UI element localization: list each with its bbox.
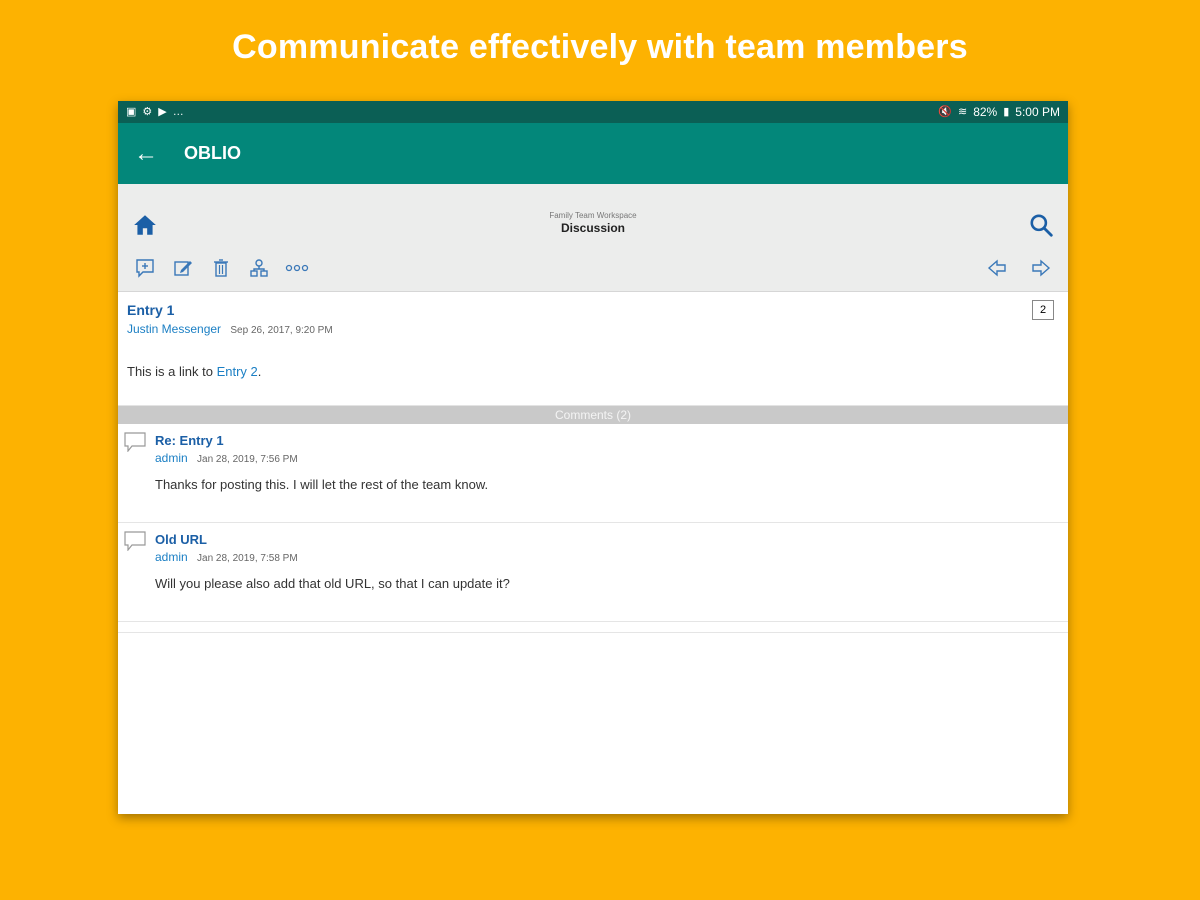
wifi-icon: ≋ xyxy=(957,105,968,118)
promo-headline: Communicate effectively with team member… xyxy=(232,28,968,66)
entry-date: Sep 26, 2017, 9:20 PM xyxy=(230,325,333,336)
more-dots-icon xyxy=(285,264,309,272)
arrow-left-icon xyxy=(987,259,1006,277)
comment-count-badge[interactable]: 2 xyxy=(1032,300,1054,320)
comment-title[interactable]: Re: Entry 1 xyxy=(155,424,1068,448)
play-icon: ▶ xyxy=(158,105,167,118)
add-comment-icon xyxy=(136,259,154,278)
more-icon: … xyxy=(172,105,184,118)
mute-icon: 🔇 xyxy=(938,105,952,118)
more-options-button[interactable] xyxy=(284,256,310,280)
settings-icon: ⚙ xyxy=(142,105,153,118)
trash-icon xyxy=(214,259,228,277)
edit-button[interactable] xyxy=(170,256,196,280)
battery-level: 82% xyxy=(973,105,998,119)
entry-title[interactable]: Entry 1 xyxy=(127,302,1059,318)
arrow-right-icon xyxy=(1032,259,1051,277)
comment-item: Old URL admin Jan 28, 2019, 7:58 PM Will… xyxy=(118,523,1068,622)
edit-icon xyxy=(174,261,192,276)
comment-meta: admin Jan 28, 2019, 7:56 PM xyxy=(155,451,1068,465)
comment-title[interactable]: Old URL xyxy=(155,523,1068,547)
page-title: Discussion xyxy=(560,221,626,235)
comment-item: Re: Entry 1 admin Jan 28, 2019, 7:56 PM … xyxy=(118,424,1068,523)
comment-meta: admin Jan 28, 2019, 7:58 PM xyxy=(155,550,1068,564)
clock: 5:00 PM xyxy=(1015,105,1060,119)
comment-date: Jan 28, 2019, 7:56 PM xyxy=(197,454,298,465)
comments-header: Comments (2) xyxy=(118,406,1068,424)
entry-body-suffix: . xyxy=(257,364,262,379)
share-button[interactable] xyxy=(246,256,272,280)
entry-author[interactable]: Justin Messenger xyxy=(127,322,221,336)
entry-body: This is a link to Entry 2. xyxy=(127,364,1059,379)
comment-author[interactable]: admin xyxy=(155,550,188,564)
app-title: OBLIO xyxy=(184,143,241,163)
entry-link[interactable]: Entry 2 xyxy=(217,364,258,379)
next-button[interactable] xyxy=(1028,256,1054,280)
app-window: ▣ ⚙ ▶ … 🔇 ≋ 82% ▮ 5:00 PM ← OBLIO Family… xyxy=(118,101,1068,814)
delete-button[interactable] xyxy=(208,256,234,280)
entry-meta: Justin Messenger Sep 26, 2017, 9:20 PM xyxy=(127,322,1059,336)
add-comment-button[interactable] xyxy=(132,256,158,280)
search-icon[interactable] xyxy=(1028,212,1054,238)
speech-bubble-icon xyxy=(124,432,146,452)
app-bar: ← OBLIO xyxy=(118,123,1068,184)
hierarchy-icon xyxy=(250,259,268,277)
entry-body-text: This is a link to xyxy=(127,364,217,379)
image-icon: ▣ xyxy=(126,105,137,118)
comment-date: Jan 28, 2019, 7:58 PM xyxy=(197,553,298,564)
speech-bubble-icon xyxy=(124,531,146,551)
comment-body: Will you please also add that old URL, s… xyxy=(155,576,510,591)
comment-body: Thanks for posting this. I will let the … xyxy=(155,477,489,492)
status-bar: ▣ ⚙ ▶ … 🔇 ≋ 82% ▮ 5:00 PM xyxy=(118,101,1068,123)
workspace-label: Family Team Workspace xyxy=(549,211,637,220)
toolbar: Family Team Workspace Discussion xyxy=(118,184,1068,292)
comment-author[interactable]: admin xyxy=(155,451,188,465)
back-arrow-icon[interactable]: ← xyxy=(134,141,158,166)
previous-button[interactable] xyxy=(984,256,1010,280)
battery-icon: ▮ xyxy=(1003,105,1010,118)
list-end-divider xyxy=(118,622,1068,633)
discussion-entry: Entry 1 Justin Messenger Sep 26, 2017, 9… xyxy=(118,292,1068,406)
